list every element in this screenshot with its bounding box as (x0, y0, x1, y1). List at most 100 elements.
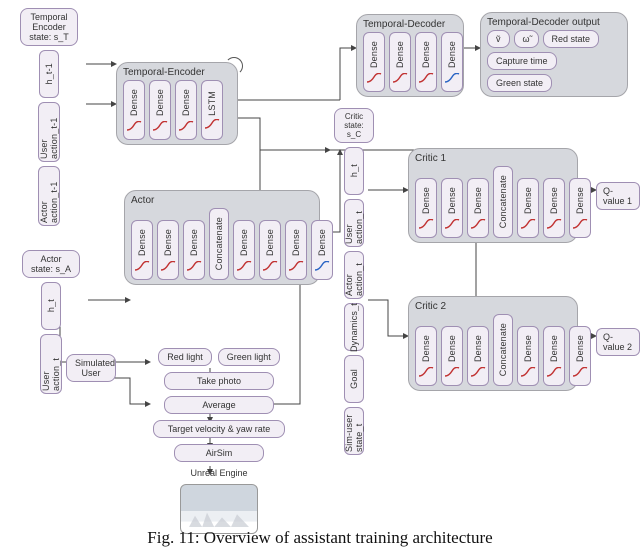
temporal-decoder-title: Temporal-Decoder (363, 19, 457, 30)
q-value-1: Q-value 1 (596, 182, 640, 210)
dense-layer: Dense (389, 32, 411, 92)
dense-layer: Dense (311, 220, 333, 280)
activation-icon (236, 261, 252, 271)
take-photo: Take photo (164, 372, 274, 390)
state-h-prev: h_t-1 (39, 50, 59, 98)
temporal-decoder-output-panel: Temporal-Decoder output ṽ ω̃ Red state C… (480, 12, 628, 97)
activation-icon (470, 367, 486, 377)
activation-icon (444, 219, 460, 229)
critic1-panel: Critic 1 DenseDenseDense Concatenate Den… (408, 148, 578, 243)
dense-layer: Dense (441, 178, 463, 238)
state-user-action-prev: User action_t-1 (38, 102, 60, 162)
critic-state-goal: Goal (344, 355, 364, 403)
dense-layer: Dense (415, 32, 437, 92)
dense-layer: Dense (517, 178, 539, 238)
tdo-red: Red state (543, 30, 600, 48)
dense-layer: Dense (415, 178, 437, 238)
activation-icon (520, 367, 536, 377)
actor-state-user-action: User action_t (40, 334, 62, 394)
dense-layer: Dense (441, 326, 463, 386)
critic-state-simuser: Sim-user state_t (344, 407, 364, 455)
dense-layer: Dense (363, 32, 385, 92)
green-light-indicator: Green light (218, 348, 280, 366)
activation-icon (126, 121, 142, 131)
sim-pipeline: Red light Green light Take photo Average… (150, 348, 288, 534)
lstm-layer: LSTM (201, 80, 223, 140)
q-value-2: Q-value 2 (596, 328, 640, 356)
sim-screenshot-icon (180, 484, 258, 534)
dense-layer: Dense (259, 220, 281, 280)
activation-icon (520, 219, 536, 229)
critic2-concat: Concatenate (493, 314, 513, 386)
dense-layer: Dense (543, 326, 565, 386)
dense-layer: Dense (569, 178, 591, 238)
unreal-engine-label: Unreal Engine (190, 468, 247, 478)
dense-layer: Dense (183, 220, 205, 280)
activation-icon (418, 73, 434, 83)
dense-layer: Dense (467, 178, 489, 238)
temporal-encoder-panel: Temporal-Encoder DenseDenseDenseLSTM (116, 62, 238, 145)
dense-layer: Dense (233, 220, 255, 280)
dense-layer: Dense (415, 326, 437, 386)
simulated-user: Simulated User (66, 354, 116, 382)
activation-icon (314, 261, 330, 271)
airsim: AirSim (174, 444, 264, 462)
tdo-v: ṽ (487, 30, 510, 48)
temporal-encoder-title: Temporal-Encoder (123, 67, 231, 78)
target-vel: Target velocity & yaw rate (153, 420, 285, 438)
figure-caption: Fig. 11: Overview of assistant training … (0, 528, 640, 548)
average: Average (164, 396, 274, 414)
critic2-title: Critic 2 (415, 301, 571, 312)
critic-state-h: h_t (344, 147, 364, 195)
temporal-encoder-state-label: Temporal Encoder state: s_T (20, 8, 78, 46)
critic-state: Critic state: s_C h_t User action_t Acto… (334, 108, 374, 455)
critic-state-user: User action_t (344, 199, 364, 247)
dense-layer: Dense (149, 80, 171, 140)
critic-state-label: Critic state: s_C (334, 108, 374, 143)
lstm-loop-icon (225, 57, 243, 75)
red-light-indicator: Red light (158, 348, 212, 366)
activation-icon (418, 219, 434, 229)
temporal-encoder-state: Temporal Encoder state: s_T h_t-1 User a… (10, 8, 88, 226)
actor-panel: Actor DenseDenseDense Concatenate DenseD… (124, 190, 320, 285)
activation-icon (572, 219, 588, 229)
actor-title: Actor (131, 195, 313, 206)
dense-layer: Dense (569, 326, 591, 386)
tdo-capture: Capture time (487, 52, 557, 70)
critic1-title: Critic 1 (415, 153, 571, 164)
activation-icon (366, 73, 382, 83)
tdo-omega: ω̃ (514, 30, 539, 48)
critic-state-actor: Actor action_t (344, 251, 364, 299)
critic-state-dyn: Dynamics_t (344, 303, 364, 351)
activation-icon (262, 261, 278, 271)
dense-layer: Dense (285, 220, 307, 280)
dense-layer: Dense (517, 326, 539, 386)
dense-layer: Dense (123, 80, 145, 140)
temporal-decoder-panel: Temporal-Decoder DenseDenseDenseDense (356, 14, 464, 97)
activation-icon (288, 261, 304, 271)
actor-state-label: Actor state: s_A (22, 250, 80, 278)
activation-icon (470, 219, 486, 229)
activation-icon (444, 73, 460, 83)
activation-icon (546, 219, 562, 229)
activation-icon (418, 367, 434, 377)
dense-layer: Dense (175, 80, 197, 140)
activation-icon (178, 121, 194, 131)
activation-icon (160, 261, 176, 271)
activation-icon (546, 367, 562, 377)
activation-icon (186, 261, 202, 271)
activation-icon (392, 73, 408, 83)
dense-layer: Dense (543, 178, 565, 238)
activation-icon (572, 367, 588, 377)
actor-state-h: h_t (41, 282, 61, 330)
critic1-concat: Concatenate (493, 166, 513, 238)
activation-icon (444, 367, 460, 377)
activation-icon (152, 121, 168, 131)
temporal-decoder-output-title: Temporal-Decoder output (487, 17, 621, 28)
activation-icon (134, 261, 150, 271)
critic2-panel: Critic 2 DenseDenseDense Concatenate Den… (408, 296, 578, 391)
dense-layer: Dense (157, 220, 179, 280)
dense-layer: Dense (441, 32, 463, 92)
tdo-green: Green state (487, 74, 552, 92)
state-actor-action-prev: Actor action_t-1 (38, 166, 60, 226)
